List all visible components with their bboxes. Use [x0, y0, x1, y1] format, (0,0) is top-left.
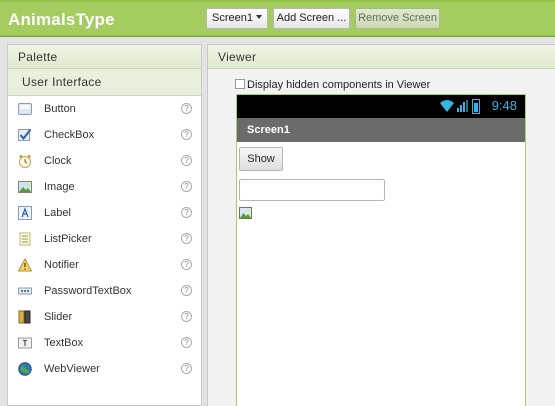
button-icon [18, 103, 32, 115]
palette-item-label: Image [44, 181, 75, 193]
help-icon[interactable]: ? [181, 129, 192, 140]
image-icon [18, 181, 32, 193]
image-component-icon[interactable] [239, 207, 252, 219]
palette-item-button[interactable]: Button ? [8, 96, 201, 122]
top-bar: AnimalsType Screen1 Add Screen ... Remov… [0, 0, 555, 37]
display-hidden-components-checkbox[interactable] [235, 79, 245, 89]
palette-item-passwordtextbox[interactable]: PasswordTextBox ? [8, 278, 201, 304]
webviewer-icon [18, 362, 32, 376]
phone-preview: 9:48 Screen1 Show [236, 94, 526, 406]
phone-screen-title: Screen1 [237, 118, 525, 142]
palette-item-notifier[interactable]: Notifier ? [8, 252, 201, 278]
label-icon [18, 206, 32, 220]
help-icon[interactable]: ? [181, 233, 192, 244]
palette-list: Button ? CheckBox ? Clock ? Image ? Labe… [8, 96, 201, 382]
phone-status-bar: 9:48 [237, 95, 525, 118]
palette-item-label: Label [44, 207, 71, 219]
wifi-icon [440, 100, 454, 112]
viewer-panel: Viewer Display hidden components in View… [207, 44, 555, 406]
palette-item-label: WebViewer [44, 363, 100, 375]
help-icon[interactable]: ? [181, 311, 192, 322]
palette-item-slider[interactable]: Slider ? [8, 304, 201, 330]
screen-select-label: Screen1 [212, 12, 253, 24]
add-screen-button[interactable]: Add Screen ... [273, 8, 350, 29]
show-button[interactable]: Show [239, 147, 283, 171]
palette-item-label: Slider [44, 311, 73, 323]
remove-screen-button[interactable]: Remove Screen [355, 8, 440, 29]
palette-panel: Palette User Interface Button ? CheckBox… [7, 44, 202, 406]
notifier-icon [18, 258, 32, 272]
palette-item-label: Notifier [44, 259, 79, 271]
help-icon[interactable]: ? [181, 285, 192, 296]
palette-item-clock[interactable]: Clock ? [8, 148, 201, 174]
palette-category-user-interface[interactable]: User Interface [8, 69, 201, 96]
battery-icon [472, 99, 480, 114]
palette-item-label: CheckBox [44, 129, 95, 141]
help-icon[interactable]: ? [181, 103, 192, 114]
palette-item-listpicker[interactable]: ListPicker ? [8, 226, 201, 252]
listpicker-icon [19, 232, 31, 246]
palette-item-label: Clock [44, 155, 72, 167]
display-hidden-components-label: Display hidden components in Viewer [247, 79, 431, 91]
palette-item-label[interactable]: Label ? [8, 200, 201, 226]
palette-item-image[interactable]: Image ? [8, 174, 201, 200]
palette-item-label: TextBox [44, 337, 84, 349]
textbox-component[interactable] [239, 179, 385, 201]
palette-item-checkbox[interactable]: CheckBox ? [8, 122, 201, 148]
help-icon[interactable]: ? [181, 207, 192, 218]
display-hidden-components-toggle[interactable]: Display hidden components in Viewer [235, 79, 430, 91]
palette-item-label: PasswordTextBox [44, 285, 132, 297]
palette-item-label: Button [44, 103, 76, 115]
checkbox-icon [18, 128, 32, 141]
textbox-icon [18, 337, 32, 349]
chevron-down-icon [255, 15, 262, 20]
palette-item-textbox[interactable]: TextBox ? [8, 330, 201, 356]
palette-item-webviewer[interactable]: WebViewer ? [8, 356, 201, 382]
help-icon[interactable]: ? [181, 181, 192, 192]
help-icon[interactable]: ? [181, 363, 192, 374]
app-title: AnimalsType [8, 10, 115, 29]
password-icon [18, 287, 32, 295]
help-icon[interactable]: ? [181, 155, 192, 166]
screen-select-button[interactable]: Screen1 [206, 8, 268, 29]
palette-title: Palette [8, 45, 201, 69]
palette-item-label: ListPicker [44, 233, 92, 245]
status-time: 9:48 [491, 98, 517, 113]
slider-icon [18, 310, 31, 324]
help-icon[interactable]: ? [181, 337, 192, 348]
help-icon[interactable]: ? [181, 259, 192, 270]
clock-icon [19, 154, 31, 168]
viewer-body: Display hidden components in Viewer 9:48… [208, 69, 555, 406]
signal-icon [457, 100, 468, 112]
viewer-title: Viewer [208, 45, 555, 69]
